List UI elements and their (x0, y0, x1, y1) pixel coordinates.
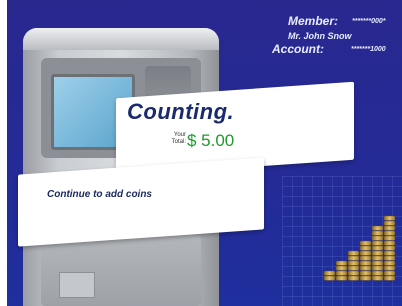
member-label: Member: (288, 14, 339, 28)
total-label: Your Total: (160, 132, 186, 146)
atm-top (23, 28, 219, 50)
total-label-line1: Your (173, 132, 186, 138)
total-value: $ 5.00 (187, 131, 235, 150)
account-value: *******1000 (351, 46, 386, 53)
member-name: Mr. John Snow (288, 31, 352, 41)
account-label: Account: (272, 42, 324, 56)
continue-label[interactable]: Continue to add coins (47, 189, 152, 200)
background-grid (282, 176, 402, 306)
total-label-line2: Total: (171, 139, 186, 145)
member-value: *******000* (352, 18, 386, 25)
counting-title: Counting. (127, 99, 235, 124)
atm-door (59, 272, 95, 298)
